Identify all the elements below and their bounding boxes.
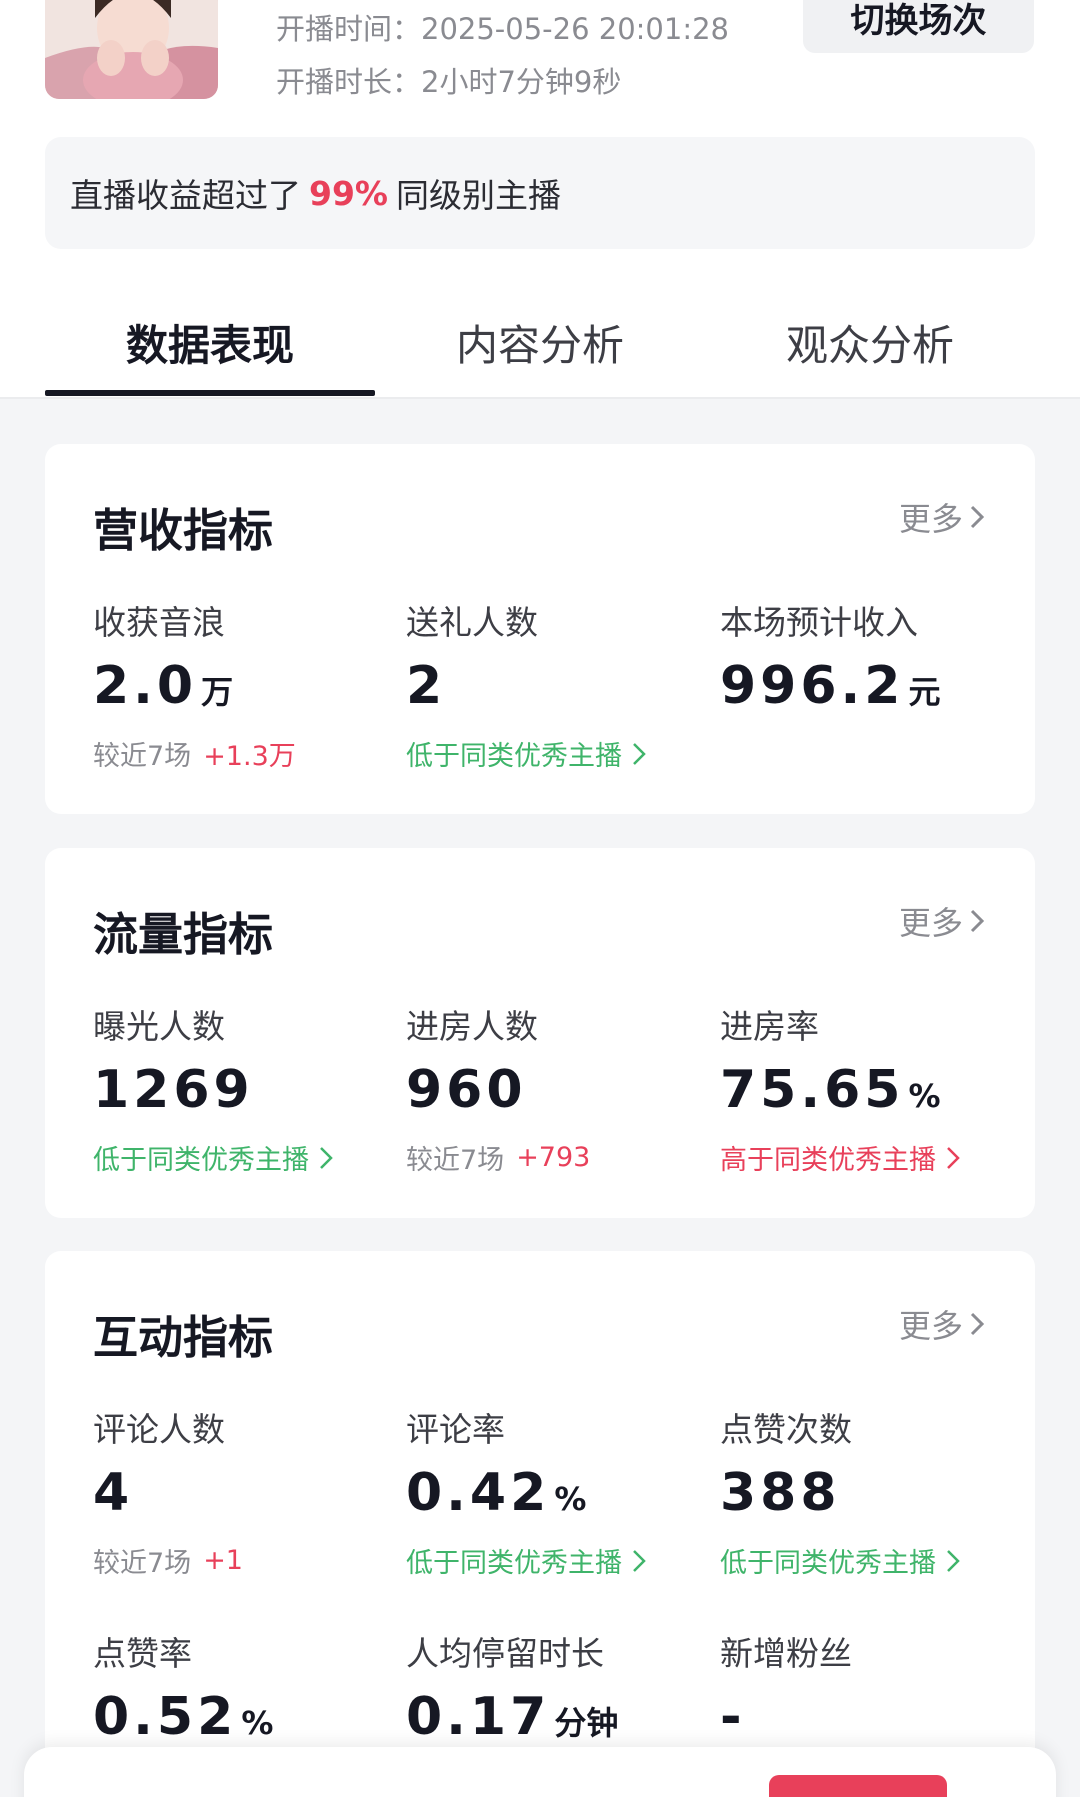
tab-audience-analysis[interactable]: 观众分析: [705, 312, 1035, 373]
metric-value: 0.17 分钟: [406, 1687, 619, 1747]
rank-percent: 99%: [309, 173, 388, 213]
switch-session-button[interactable]: 切换场次: [803, 0, 1034, 53]
metric-comment-rate: 评论率 0.42% 低于同类优秀主播: [406, 1403, 706, 1580]
metric-label: 点赞率: [93, 1634, 192, 1673]
traffic-metrics-card: 流量指标 更多 曝光人数 1269 低于同类优秀主播 进房人数 960 较近7场…: [45, 848, 1035, 1218]
chevron-right-icon: [970, 909, 985, 933]
metric-new-followers: 新增粉丝 -: [720, 1627, 1020, 1747]
benchmark-link[interactable]: 高于同类优秀主播: [720, 1138, 1020, 1177]
metric-compare: 较近7场 +1: [93, 1545, 243, 1579]
active-tab-indicator: [45, 390, 375, 396]
metric-estimated-income: 本场预计收入 996.2 元: [720, 596, 1020, 716]
metric-value: 4: [93, 1463, 134, 1523]
metric-compare: 较近7场 +1.3万: [93, 741, 296, 772]
header-area: 开播时间：2025-05-26 20:01:28 开播时长：2小时7分钟9秒 切…: [0, 0, 1080, 398]
more-link[interactable]: 更多: [899, 1301, 985, 1347]
benchmark-link[interactable]: 低于同类优秀主播: [406, 1541, 706, 1580]
chevron-right-icon: [970, 1312, 985, 1336]
start-time: 开播时间：2025-05-26 20:01:28: [276, 12, 729, 46]
metric-value: 960: [406, 1060, 527, 1120]
metric-label: 本场预计收入: [720, 603, 918, 642]
chevron-right-icon: [970, 505, 985, 529]
metric-label: 人均停留时长: [406, 1634, 604, 1673]
metric-value: 996.2 元: [720, 656, 941, 716]
more-label: 更多: [898, 500, 963, 538]
metric-room-entries: 进房人数 960 较近7场 +793: [406, 1000, 706, 1177]
metric-sound-waves: 收获音浪 2.0 万 较近7场 +1.3万: [93, 596, 393, 773]
metric-label: 曝光人数: [93, 1007, 225, 1046]
bottom-sheet: [24, 1747, 1056, 1797]
benchmark-link[interactable]: 低于同类优秀主播: [93, 1138, 393, 1177]
card-title: 互动指标: [93, 1311, 274, 1364]
chevron-right-icon: [633, 742, 646, 765]
more-link[interactable]: 更多: [899, 898, 985, 944]
metric-label: 点赞次数: [720, 1410, 852, 1449]
chevron-right-icon: [947, 1549, 960, 1572]
tab-content-analysis[interactable]: 内容分析: [375, 312, 705, 373]
benchmark-link[interactable]: 低于同类优秀主播: [720, 1541, 1020, 1580]
avatar-photo: [45, 0, 218, 99]
rank-banner-suffix: 同级别主播: [396, 176, 561, 215]
metric-value: 0.52%: [93, 1687, 274, 1747]
more-label: 更多: [898, 1307, 963, 1345]
metric-label: 收获音浪: [93, 603, 225, 642]
chevron-right-icon: [947, 1146, 960, 1169]
metric-value: -: [720, 1687, 746, 1747]
rank-banner-prefix: 直播收益超过了: [70, 176, 301, 215]
tab-bar: 数据表现 内容分析 观众分析: [45, 300, 1035, 398]
metric-value: 388: [720, 1463, 841, 1523]
metric-entry-rate: 进房率 75.65% 高于同类优秀主播: [720, 1000, 1020, 1177]
more-link[interactable]: 更多: [899, 494, 985, 540]
metric-label: 进房人数: [406, 1007, 538, 1046]
tab-data-performance[interactable]: 数据表现: [45, 312, 375, 373]
card-title: 营收指标: [93, 504, 274, 557]
rank-banner: 直播收益超过了 99% 同级别主播: [45, 137, 1035, 249]
stream-duration: 开播时长：2小时7分钟9秒: [276, 65, 622, 99]
interaction-metrics-card: 互动指标 更多 评论人数 4 较近7场 +1 评论率 0.42% 低于同类优秀主…: [45, 1251, 1035, 1797]
metric-value: 2: [406, 656, 447, 716]
card-title: 流量指标: [93, 908, 274, 961]
metric-avg-watch-time: 人均停留时长 0.17 分钟: [406, 1627, 706, 1747]
metric-label: 进房率: [720, 1007, 819, 1046]
metric-value: 2.0 万: [93, 656, 234, 716]
metric-like-rate: 点赞率 0.52%: [93, 1627, 393, 1747]
metric-commenters: 评论人数 4 较近7场 +1: [93, 1403, 393, 1580]
metric-label: 送礼人数: [406, 603, 538, 642]
benchmark-link[interactable]: 低于同类优秀主播: [406, 734, 706, 773]
metric-gift-senders: 送礼人数 2 低于同类优秀主播: [406, 596, 706, 773]
metric-value: 0.42%: [406, 1463, 587, 1523]
metric-likes: 点赞次数 388 低于同类优秀主播: [720, 1403, 1020, 1580]
metric-label: 评论人数: [93, 1410, 225, 1449]
metric-impressions: 曝光人数 1269 低于同类优秀主播: [93, 1000, 393, 1177]
tabs-divider: [0, 397, 1080, 399]
more-label: 更多: [898, 904, 963, 942]
streamer-avatar[interactable]: [45, 0, 218, 99]
chevron-right-icon: [320, 1146, 333, 1169]
metric-compare: 较近7场 +793: [406, 1142, 591, 1176]
metric-value: 1269: [93, 1060, 254, 1120]
revenue-metrics-card: 营收指标 更多 收获音浪 2.0 万 较近7场 +1.3万 送礼人数 2 低于同类…: [45, 444, 1035, 814]
metric-value: 75.65%: [720, 1060, 941, 1120]
bottom-action-button[interactable]: [769, 1775, 947, 1797]
metric-label: 评论率: [406, 1410, 505, 1449]
chevron-right-icon: [633, 1549, 646, 1572]
metric-label: 新增粉丝: [720, 1634, 852, 1673]
